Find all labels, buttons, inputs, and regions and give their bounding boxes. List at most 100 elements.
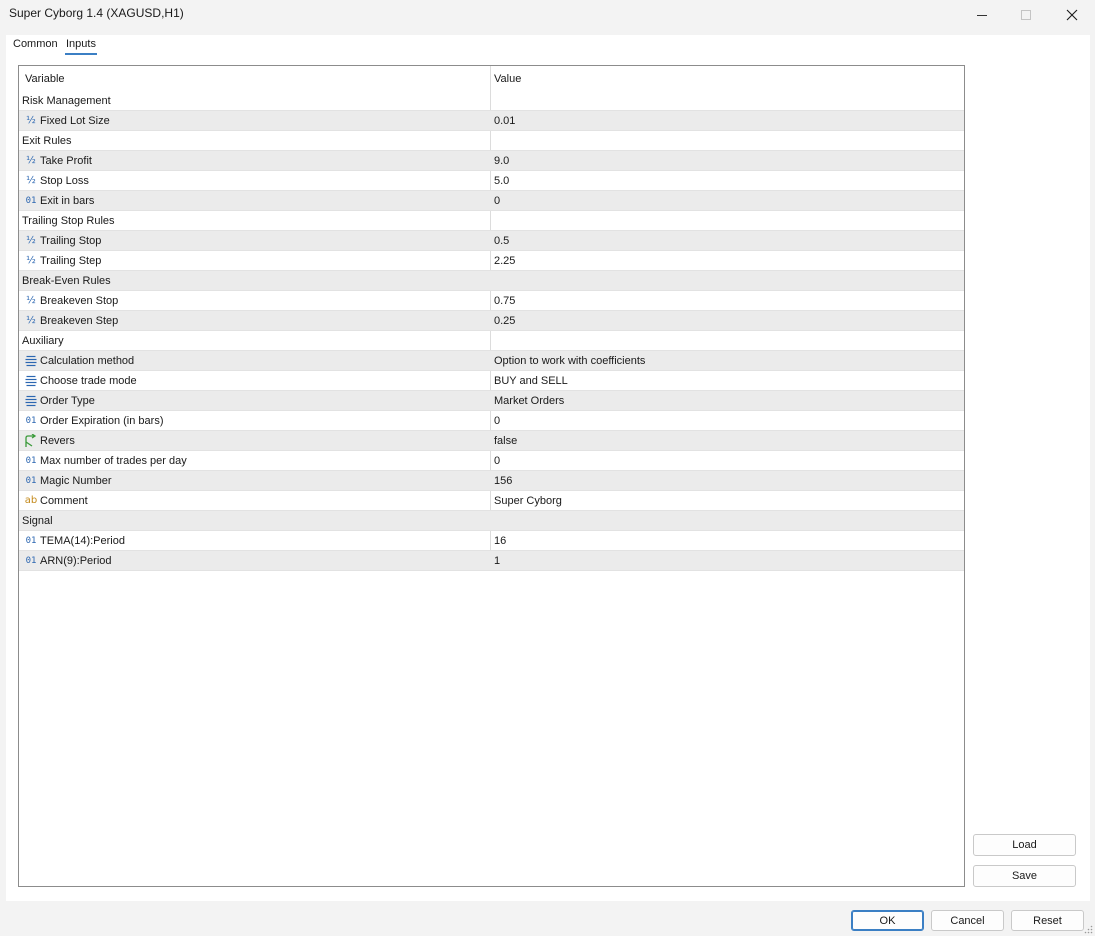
variable-name: Breakeven Stop [40, 295, 119, 307]
group-header-row: Break-Even Rules [19, 271, 964, 291]
minimize-icon [977, 14, 987, 16]
tab-inputs-label: Inputs [66, 38, 96, 50]
resize-grip-icon[interactable] [1084, 925, 1093, 934]
column-header-value[interactable]: Value [494, 73, 521, 85]
parameter-row[interactable]: ½ Stop Loss 5.0 [19, 171, 964, 191]
variable-value[interactable]: 0 [494, 455, 500, 467]
variable-name: Calculation method [40, 355, 135, 367]
parameter-row[interactable]: Revers false [19, 431, 964, 451]
group-header-row: Exit Rules [19, 131, 964, 151]
parameter-row[interactable]: 01 Order Expiration (in bars) 0 [19, 411, 964, 431]
close-button[interactable] [1049, 0, 1095, 30]
variable-name: Magic Number [40, 475, 112, 487]
group-header-row: Auxiliary [19, 331, 964, 351]
reset-button[interactable]: Reset [1011, 910, 1084, 931]
variable-value[interactable]: 0.25 [494, 315, 515, 327]
variable-name: ARN(9):Period [40, 555, 112, 567]
parameter-row[interactable]: 01 ARN(9):Period 1 [19, 551, 964, 571]
variable-value[interactable]: 9.0 [494, 155, 509, 167]
grid-rows: Risk Management ½ Fixed Lot Size 0.01 Exit R… [19, 91, 964, 571]
cancel-button[interactable]: Cancel [931, 910, 1004, 931]
integer-icon: 01 [25, 535, 37, 546]
group-header-row: Trailing Stop Rules [19, 211, 964, 231]
parameter-row[interactable]: ½ Trailing Stop 0.5 [19, 231, 964, 251]
variable-value[interactable]: 0.01 [494, 115, 515, 127]
dialog-client-area: Common Inputs Variable Value Risk Manage… [6, 35, 1090, 901]
parameter-row[interactable]: ab Comment Super Cyborg [19, 491, 964, 511]
parameter-row[interactable]: Order Type Market Orders [19, 391, 964, 411]
fraction-icon: ½ [26, 315, 36, 326]
variable-value[interactable]: Market Orders [494, 395, 564, 407]
parameter-row[interactable]: 01 TEMA(14):Period 16 [19, 531, 964, 551]
variable-name: Trailing Stop [40, 235, 102, 247]
column-header-variable[interactable]: Variable [25, 73, 65, 85]
window-title: Super Cyborg 1.4 (XAGUSD,H1) [9, 6, 184, 20]
variable-value[interactable]: 16 [494, 535, 506, 547]
variable-name: Trailing Step [40, 255, 102, 267]
maximize-button [1003, 0, 1049, 30]
variable-value[interactable]: 0.5 [494, 235, 509, 247]
fraction-icon: ½ [26, 255, 36, 266]
integer-icon: 01 [25, 555, 37, 566]
variable-value[interactable]: 156 [494, 475, 512, 487]
group-label: Signal [22, 515, 53, 527]
variable-name: Revers [40, 435, 75, 447]
save-button[interactable]: Save [973, 865, 1076, 887]
enum-list-icon [24, 354, 38, 368]
parameter-row[interactable]: ½ Breakeven Step 0.25 [19, 311, 964, 331]
group-header-row: Risk Management [19, 91, 964, 111]
fraction-icon: ½ [26, 295, 36, 306]
group-label: Break-Even Rules [22, 275, 111, 287]
group-label: Exit Rules [22, 135, 72, 147]
variable-name: Order Expiration (in bars) [40, 415, 164, 427]
variable-value[interactable]: 0 [494, 415, 500, 427]
parameter-row[interactable]: 01 Exit in bars 0 [19, 191, 964, 211]
boolean-arrow-icon [24, 434, 38, 448]
enum-list-icon [24, 394, 38, 408]
parameter-row[interactable]: ½ Breakeven Stop 0.75 [19, 291, 964, 311]
variable-name: Take Profit [40, 155, 92, 167]
tab-inputs[interactable]: Inputs [65, 38, 97, 55]
tab-common[interactable]: Common [13, 38, 58, 50]
variable-name: Choose trade mode [40, 375, 137, 387]
group-label: Auxiliary [22, 335, 64, 347]
minimize-button[interactable] [959, 0, 1005, 30]
variable-value[interactable]: 5.0 [494, 175, 509, 187]
parameter-row[interactable]: 01 Magic Number 156 [19, 471, 964, 491]
fraction-icon: ½ [26, 155, 36, 166]
fraction-icon: ½ [26, 235, 36, 246]
parameter-row[interactable]: 01 Max number of trades per day 0 [19, 451, 964, 471]
variable-value[interactable]: Option to work with coefficients [494, 355, 645, 367]
variable-name: Fixed Lot Size [40, 115, 110, 127]
string-icon: ab [24, 495, 38, 506]
integer-icon: 01 [25, 475, 37, 486]
variable-name: Breakeven Step [40, 315, 119, 327]
load-button[interactable]: Load [973, 834, 1076, 856]
variable-value[interactable]: BUY and SELL [494, 375, 568, 387]
variable-value[interactable]: false [494, 435, 517, 447]
active-tab-indicator [65, 53, 97, 55]
variable-value[interactable]: 0 [494, 195, 500, 207]
parameter-row[interactable]: Calculation method Option to work with co… [19, 351, 964, 371]
parameter-row[interactable]: ½ Trailing Step 2.25 [19, 251, 964, 271]
group-header-row: Signal [19, 511, 964, 531]
variable-value[interactable]: 0.75 [494, 295, 515, 307]
variable-value[interactable]: 2.25 [494, 255, 515, 267]
parameter-row[interactable]: ½ Take Profit 9.0 [19, 151, 964, 171]
ok-button[interactable]: OK [851, 910, 924, 931]
parameter-row[interactable]: ½ Fixed Lot Size 0.01 [19, 111, 964, 131]
group-label: Trailing Stop Rules [22, 215, 115, 227]
parameter-row[interactable]: Choose trade mode BUY and SELL [19, 371, 964, 391]
variable-value[interactable]: 1 [494, 555, 500, 567]
inputs-grid: Variable Value Risk Management ½ Fixed Lot… [18, 65, 965, 887]
close-icon [1066, 9, 1078, 21]
variable-value[interactable]: Super Cyborg [494, 495, 562, 507]
integer-icon: 01 [25, 415, 37, 426]
maximize-icon [1021, 10, 1031, 20]
variable-name: Comment [40, 495, 88, 507]
variable-name: Stop Loss [40, 175, 89, 187]
title-bar: Super Cyborg 1.4 (XAGUSD,H1) [0, 0, 1095, 30]
grid-header: Variable Value [19, 66, 964, 90]
integer-icon: 01 [25, 455, 37, 466]
enum-list-icon [24, 374, 38, 388]
